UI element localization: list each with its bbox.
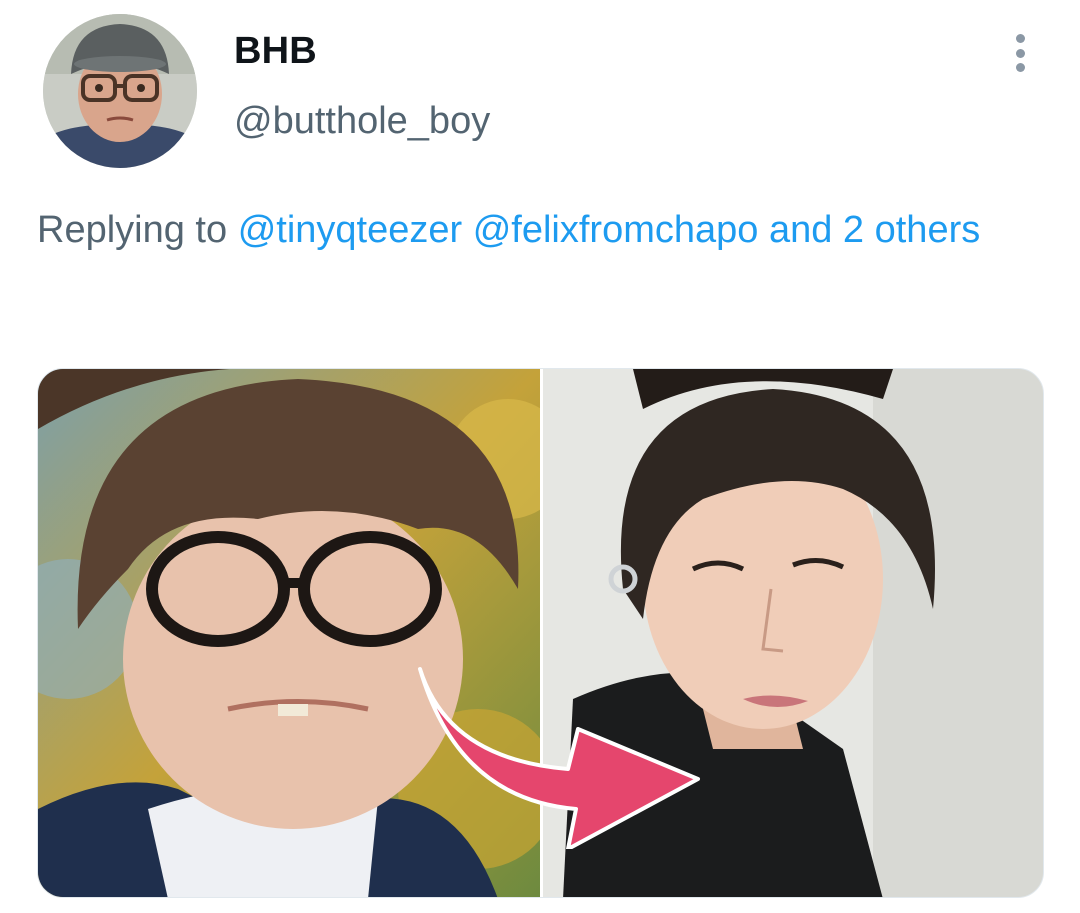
replying-to-label: Replying to bbox=[37, 209, 228, 251]
replying-to-line: Replying to @tinyqteezer @felixfromchapo… bbox=[37, 200, 1047, 260]
mention-link[interactable]: @felixfromchapo bbox=[473, 209, 759, 251]
mention-link[interactable]: @tinyqteezer bbox=[238, 209, 462, 251]
others-link[interactable]: and 2 others bbox=[769, 209, 980, 251]
avatar[interactable] bbox=[43, 14, 197, 168]
author-display-name[interactable]: BHB bbox=[234, 30, 317, 73]
more-vertical-icon bbox=[1015, 34, 1025, 43]
more-vertical-icon-dot bbox=[1015, 48, 1025, 58]
more-vertical-icon-dot bbox=[1015, 63, 1025, 72]
media-photo-left[interactable] bbox=[38, 369, 540, 897]
tweet-media[interactable] bbox=[37, 368, 1044, 898]
more-options-button[interactable] bbox=[1004, 30, 1036, 76]
author-handle[interactable]: @butthole_boy bbox=[234, 100, 490, 143]
media-photo-right[interactable] bbox=[543, 369, 1043, 897]
